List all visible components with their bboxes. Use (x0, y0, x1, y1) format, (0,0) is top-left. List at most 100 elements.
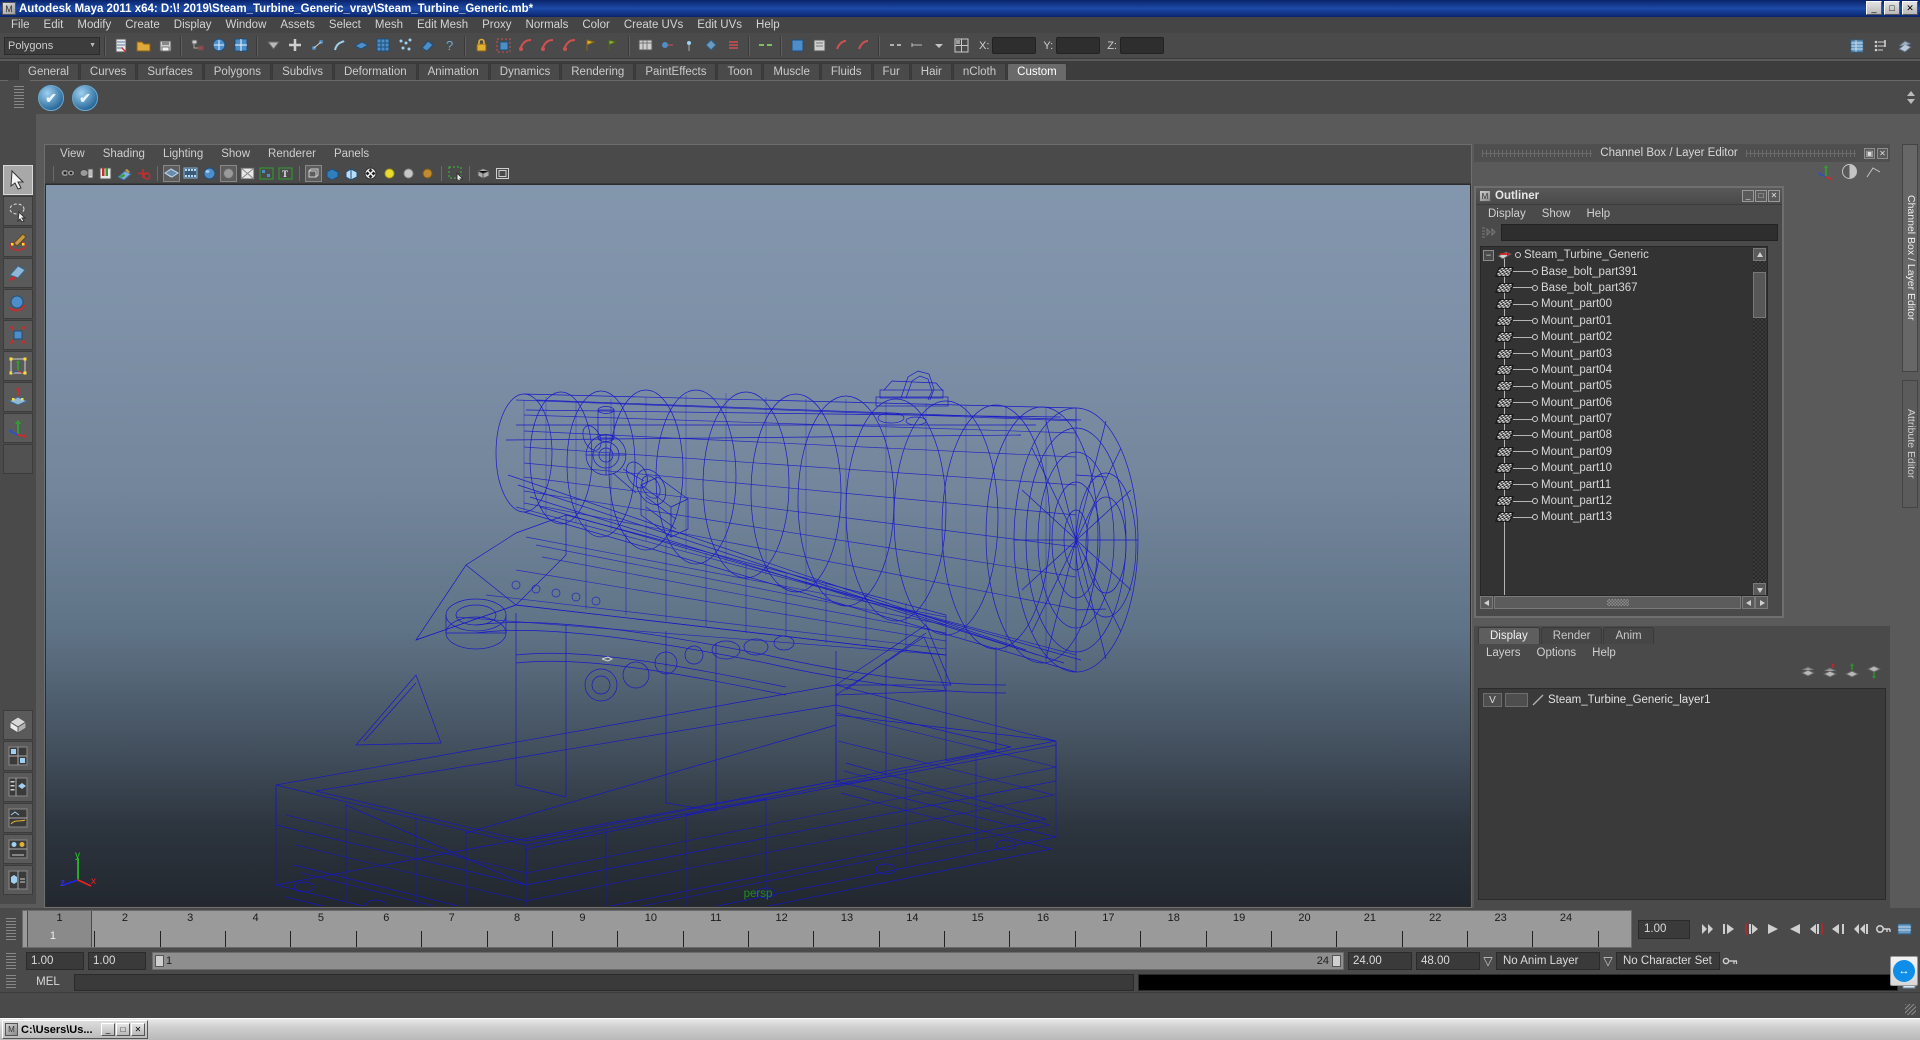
step-forward-keyframe-icon[interactable] (1829, 919, 1849, 939)
shaded-wireframe-icon[interactable] (239, 165, 256, 182)
z-coordinate-input[interactable] (1119, 37, 1164, 54)
command-language-label[interactable]: MEL (22, 976, 74, 988)
animation-start-time-field[interactable]: 1.00 (26, 952, 84, 970)
outliner-item-row[interactable]: Mount_part08 (1481, 427, 1767, 443)
new-layer-icon[interactable] (1800, 663, 1816, 682)
flat-shade-icon[interactable] (220, 164, 237, 182)
scroll-up-button[interactable] (1753, 248, 1766, 261)
custom-shelf-item-1-icon[interactable]: ✔ (38, 84, 64, 111)
help-menu[interactable]: Help (1584, 647, 1624, 659)
menu-edit-mesh[interactable]: Edit Mesh (410, 17, 475, 33)
select-tool[interactable] (3, 165, 33, 195)
outliner-minimize-button[interactable]: _ (1742, 190, 1754, 202)
scale-tool[interactable] (3, 320, 33, 350)
menu-create-uvs[interactable]: Create UVs (617, 17, 690, 33)
auto-keyframe-icon[interactable] (1873, 919, 1893, 939)
shelf-tab-animation[interactable]: Animation (417, 63, 489, 80)
outliner-item-row[interactable]: Mount_part06 (1481, 395, 1767, 411)
node-editor-icon[interactable] (701, 36, 721, 56)
anim-layer-selector[interactable]: No Anim Layer (1496, 952, 1600, 970)
hypershade-icon[interactable] (657, 36, 677, 56)
outliner-close-button[interactable]: ✕ (1768, 190, 1780, 202)
contrast-icon[interactable] (1841, 163, 1858, 183)
viewport-menu-panels[interactable]: Panels (325, 148, 378, 160)
taskbar-close-button[interactable]: ✕ (131, 1023, 145, 1036)
options-menu[interactable]: Options (1529, 647, 1585, 659)
shelf-tab-fluids[interactable]: Fluids (820, 63, 872, 80)
outliner-item-row[interactable]: Mount_part02 (1481, 329, 1767, 345)
snap-toggle-icon[interactable] (885, 36, 905, 56)
close-panel-button[interactable]: ✕ (1877, 147, 1889, 159)
dope-sheet-icon[interactable] (723, 36, 743, 56)
viewport-menu-renderer[interactable]: Renderer (259, 148, 325, 160)
shelf-tab-hair[interactable]: Hair (910, 63, 952, 80)
layer-up-icon[interactable] (1844, 662, 1860, 682)
anim-layer-dropdown-arrow-icon[interactable]: ▽ (1480, 952, 1496, 970)
texture-icon[interactable] (258, 165, 275, 182)
play-forwards-icon[interactable] (1785, 919, 1805, 939)
shadows-icon[interactable] (305, 164, 322, 182)
range-slider-drag-handle[interactable] (0, 951, 22, 971)
snap-mode-toggle-icon[interactable] (755, 36, 775, 56)
shelf-tab-painteffects[interactable]: PaintEffects (635, 63, 717, 80)
y-coordinate-input[interactable] (1056, 37, 1101, 54)
outliner-maximize-button[interactable]: □ (1755, 190, 1767, 202)
shelf-tab-surfaces[interactable]: Surfaces (137, 63, 203, 80)
range-left-handle[interactable] (155, 955, 164, 967)
menu-normals[interactable]: Normals (519, 17, 576, 33)
show-channel-box-icon[interactable] (1847, 36, 1867, 56)
command-input-field[interactable] (74, 973, 1134, 991)
menu-help[interactable]: Help (749, 17, 787, 33)
range-right-handle[interactable] (1332, 955, 1341, 967)
shelf-scroll-arrows[interactable] (1904, 82, 1918, 112)
four-view-layout-icon[interactable] (3, 741, 33, 771)
outliner-vertical-scrollbar[interactable] (1753, 248, 1766, 595)
snap-to-grid-icon[interactable] (285, 36, 305, 56)
viewport-menu-shading[interactable]: Shading (94, 148, 154, 160)
x-coordinate-input[interactable] (992, 37, 1037, 54)
layer-row[interactable]: V Steam_Turbine_Generic_layer1 (1479, 691, 1885, 709)
film-gate-icon[interactable] (494, 165, 511, 182)
step-forward-frame-icon[interactable] (1807, 919, 1827, 939)
select-mode-icon[interactable] (787, 36, 807, 56)
render-diagnostics-icon[interactable] (603, 36, 623, 56)
bookmark-icon[interactable] (97, 165, 114, 182)
construction-history-on-icon[interactable] (853, 36, 873, 56)
xray-joints-icon[interactable] (343, 165, 360, 182)
shelf-tab-general[interactable]: General (18, 63, 79, 80)
show-manipulator-tool[interactable] (3, 413, 33, 443)
shelf-tab-curves[interactable]: Curves (79, 63, 137, 80)
outliner-tree-list[interactable]: − Steam_Turbine_Generic Base_bolt_part39… (1480, 246, 1768, 596)
outliner-item-row[interactable]: Mount_part05 (1481, 378, 1767, 394)
outliner-item-row[interactable]: Mount_part07 (1481, 411, 1767, 427)
snap-to-pixel-icon[interactable] (373, 36, 393, 56)
select-by-hierarchy-icon[interactable] (187, 36, 207, 56)
animation-preferences-icon[interactable] (1895, 919, 1915, 939)
tab-render[interactable]: Render (1540, 627, 1603, 644)
gamma-icon[interactable] (400, 165, 417, 182)
lasso-select-tool[interactable] (3, 196, 33, 226)
menu-edit[interactable]: Edit (37, 17, 71, 33)
render-region-icon[interactable] (559, 36, 579, 56)
persp-poly-layout-icon[interactable] (3, 865, 33, 895)
layers-menu[interactable]: Layers (1478, 647, 1529, 659)
image-plane-icon[interactable] (116, 165, 133, 182)
construction-plane-icon[interactable] (395, 36, 415, 56)
remote-control-widget[interactable]: ↔ (1890, 956, 1918, 986)
shelf-drag-handle[interactable] (8, 80, 30, 114)
character-set-dropdown-arrow-icon[interactable]: ▽ (1600, 952, 1616, 970)
open-scene-icon[interactable] (133, 36, 153, 56)
outliner-menu-help[interactable]: Help (1579, 208, 1619, 220)
time-slider-drag-handle[interactable] (0, 909, 22, 949)
relationship-editor-icon[interactable] (679, 36, 699, 56)
snap-to-curve-icon[interactable] (307, 36, 327, 56)
ipr-render-icon[interactable] (515, 36, 535, 56)
shelf-tab-subdivs[interactable]: Subdivs (272, 63, 333, 80)
taskbar-item-console[interactable]: M C:\Users\Us... _ □ ✕ (2, 1020, 148, 1039)
render-current-frame-icon[interactable] (493, 36, 513, 56)
tab-display[interactable]: Display (1478, 627, 1540, 644)
time-slider-ruler[interactable]: 1 1 2 3 4 5 6 7 8 9 10 11 12 13 14 15 16 17 18 19 20 21 22 23 2… (22, 910, 1632, 948)
chevron-up-icon[interactable] (1907, 90, 1915, 96)
menu-file[interactable]: File (4, 17, 37, 33)
outliner-item-row[interactable]: Mount_part09 (1481, 444, 1767, 460)
